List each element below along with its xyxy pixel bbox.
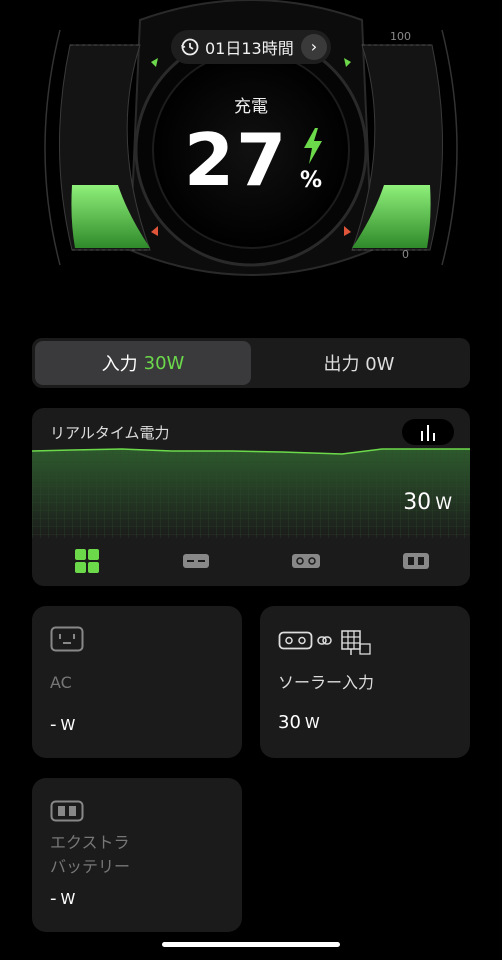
realtime-power-unit: W <box>435 494 452 514</box>
ac-outlet-icon <box>50 626 84 652</box>
ac-card[interactable]: AC -W <box>32 606 242 758</box>
realtime-power-number: 30 <box>403 490 432 515</box>
input-output-toggle: 入力 30W 出力 0W <box>32 338 470 388</box>
chart-view-button[interactable] <box>402 419 454 445</box>
battery-percent-value: 27 <box>184 118 289 202</box>
chevron-right-icon: › <box>301 34 327 60</box>
extra-battery-value-number: - <box>50 888 57 909</box>
tab-output[interactable]: 出力 0W <box>251 341 467 385</box>
home-indicator[interactable] <box>162 942 340 947</box>
remaining-time-text: 01日13時間 <box>205 39 294 58</box>
scale-min-label: 0 <box>402 248 409 261</box>
ac-value-number: - <box>50 714 57 735</box>
source-tabs <box>32 544 470 580</box>
realtime-power-title: リアルタイム電力 <box>50 424 170 442</box>
battery-percent: 27 % <box>184 120 334 200</box>
percent-sign: % <box>300 168 323 193</box>
ac-label: AC <box>50 673 72 692</box>
tab-solar[interactable] <box>290 548 322 574</box>
extra-battery-value: -W <box>50 888 75 909</box>
grid-icon <box>75 549 99 573</box>
bar-chart-icon <box>421 425 435 441</box>
extra-battery-label-line1: エクストラ <box>50 833 130 852</box>
tab-ac[interactable] <box>180 548 212 574</box>
extra-battery-value-unit: W <box>60 890 76 908</box>
solar-icon <box>292 554 320 568</box>
remaining-time-button[interactable]: 01日13時間 › <box>171 30 331 64</box>
output-label: 出力 0W <box>323 354 395 375</box>
input-value: 30W <box>143 352 185 374</box>
solar-label: ソーラー入力 <box>278 673 375 692</box>
solar-value: 30 W <box>278 712 320 733</box>
solar-value-number: 30 <box>278 712 301 733</box>
solar-connection-icon <box>278 630 371 655</box>
extra-battery-label-line2: バッテリー <box>50 857 131 876</box>
extra-battery-icon <box>50 800 84 822</box>
scale-max-label: 100 <box>390 30 411 43</box>
input-label: 入力 <box>101 354 138 375</box>
solar-card[interactable]: ソーラー入力 30 W <box>260 606 470 758</box>
extra-battery-card[interactable]: エクストラ バッテリー -W <box>32 778 242 932</box>
ac-value-unit: W <box>60 716 76 734</box>
ac-value: -W <box>50 714 75 735</box>
history-icon <box>181 38 199 56</box>
realtime-power-card: リアルタイム電力 30 W <box>32 408 470 586</box>
realtime-power-value: 30 W <box>403 490 452 515</box>
charging-bolt-icon <box>304 128 322 164</box>
charge-status-label: 充電 <box>234 97 268 117</box>
battery-gauge: 01日13時間 › 充電 27 % 100 0 <box>0 0 502 300</box>
ac-icon <box>183 554 209 568</box>
solar-value-unit: W <box>304 714 320 732</box>
tab-all[interactable] <box>71 548 103 574</box>
extra-battery-icon <box>403 553 429 569</box>
tab-input[interactable]: 入力 30W <box>35 341 251 385</box>
tab-extra-battery[interactable] <box>400 548 432 574</box>
